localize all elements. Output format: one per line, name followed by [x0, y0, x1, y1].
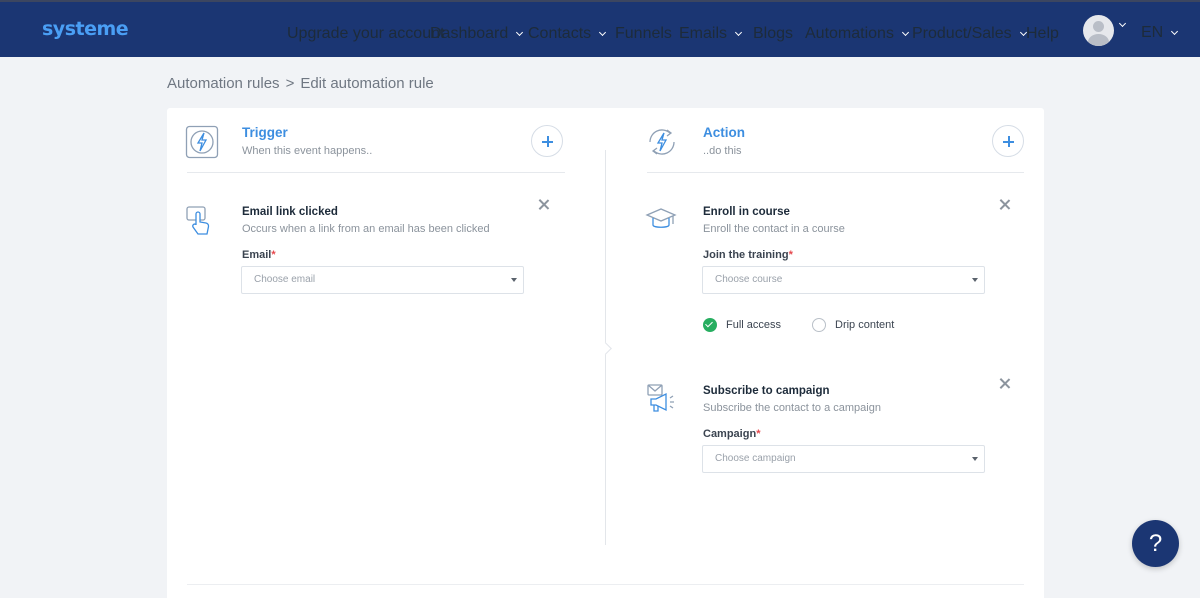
dropdown-arrow-icon	[972, 278, 978, 282]
choose-course-select[interactable]: Choose course	[702, 266, 985, 294]
automation-rule-card: Trigger When this event happens.. Email …	[167, 108, 1044, 598]
nav-label: Automations	[805, 25, 894, 42]
chevron-down-icon	[1171, 27, 1179, 36]
remove-enroll-action-close-icon[interactable]	[998, 198, 1012, 212]
choose-email-placeholder: Choose email	[254, 274, 316, 285]
nav-label: Dashboard	[430, 25, 509, 42]
nav-blogs[interactable]: Blogs	[753, 25, 793, 43]
join-training-field-label: Join the training*	[703, 249, 793, 261]
email-field-label: Email*	[242, 249, 276, 261]
help-button[interactable]: ?	[1132, 520, 1179, 567]
trigger-header: Trigger When this event happens..	[242, 125, 542, 175]
remove-campaign-action-close-icon[interactable]	[998, 377, 1012, 391]
trigger-subtitle: When this event happens..	[242, 145, 373, 157]
nav-label: Contacts	[528, 25, 592, 42]
choose-campaign-select[interactable]: Choose campaign	[702, 445, 985, 473]
required-mark: *	[271, 249, 276, 261]
full-access-label: Full access	[726, 319, 782, 331]
trigger-title: Trigger	[242, 125, 288, 140]
nav-label: Help	[1026, 25, 1059, 42]
nav-funnels[interactable]: Funnels	[615, 25, 672, 43]
choose-campaign-placeholder: Choose campaign	[715, 453, 796, 464]
enroll-in-course-title: Enroll in course	[703, 206, 790, 218]
megaphone-mail-icon	[645, 382, 679, 421]
nav-dashboard[interactable]: Dashboard	[430, 25, 524, 43]
top-navigation-bar: systeme Upgrade your account Dashboard C…	[0, 0, 1200, 57]
dropdown-arrow-icon	[511, 278, 517, 282]
account-menu-toggle[interactable]	[1118, 19, 1127, 28]
subscribe-campaign-title: Subscribe to campaign	[703, 385, 830, 397]
user-avatar[interactable]	[1083, 15, 1114, 46]
required-mark: *	[788, 249, 793, 261]
graduation-cap-icon	[645, 204, 677, 241]
nav-label: Product/Sales	[912, 25, 1012, 42]
action-subtitle: ..do this	[703, 145, 742, 157]
divider-arrow	[599, 342, 612, 355]
email-label-text: Email	[242, 249, 272, 261]
choose-course-placeholder: Choose course	[715, 274, 783, 285]
required-mark: *	[756, 428, 761, 440]
nav-contacts[interactable]: Contacts	[528, 25, 607, 43]
join-training-label-text: Join the training	[703, 249, 789, 261]
dropdown-arrow-icon	[972, 457, 978, 461]
breadcrumb-current: Edit automation rule	[300, 75, 434, 92]
add-trigger-button[interactable]	[531, 125, 563, 157]
trigger-header-divider	[187, 172, 565, 173]
lightning-square-icon	[185, 125, 219, 164]
nav-label: Emails	[679, 25, 728, 42]
breadcrumb-separator: >	[285, 75, 295, 92]
chevron-down-icon	[734, 28, 743, 37]
chevron-down-icon	[901, 28, 909, 37]
action-header-divider	[647, 172, 1024, 173]
check-circle-icon	[703, 318, 717, 332]
remove-trigger-close-icon[interactable]	[537, 198, 551, 212]
hand-click-icon	[185, 205, 217, 242]
chevron-down-icon	[599, 28, 607, 37]
nav-help[interactable]: Help	[1026, 25, 1059, 43]
nav-label: Blogs	[753, 25, 794, 42]
card-footer-divider	[187, 584, 1024, 585]
choose-email-select[interactable]: Choose email	[241, 266, 524, 294]
radio-empty-icon	[812, 318, 826, 332]
nav-label: Upgrade your account	[287, 25, 445, 42]
avatar-head	[1093, 21, 1104, 32]
enroll-in-course-description: Enroll the contact in a course	[703, 223, 845, 235]
language-selector[interactable]: EN	[1141, 24, 1179, 42]
breadcrumb: Automation rules > Edit automation rule	[167, 75, 434, 92]
subscribe-campaign-description: Subscribe the contact to a campaign	[703, 402, 881, 414]
nav-label: Funnels	[615, 25, 672, 42]
add-action-button[interactable]	[992, 125, 1024, 157]
nav-emails[interactable]: Emails	[679, 25, 743, 43]
language-label: EN	[1141, 24, 1164, 41]
full-access-radio[interactable]: Full access	[703, 318, 781, 332]
avatar-body	[1088, 34, 1109, 46]
systeme-logo[interactable]: systeme	[42, 18, 129, 40]
breadcrumb-parent[interactable]: Automation rules	[167, 75, 280, 92]
lightning-refresh-icon	[645, 125, 679, 164]
drip-content-radio[interactable]: Drip content	[812, 318, 894, 332]
action-header: Action ..do this	[703, 125, 1003, 175]
nav-product-sales[interactable]: Product/Sales	[912, 25, 1027, 43]
drip-content-label: Drip content	[835, 319, 895, 331]
chevron-down-icon	[1118, 19, 1127, 28]
nav-automations[interactable]: Automations	[805, 25, 909, 43]
email-link-clicked-description: Occurs when a link from an email has bee…	[242, 223, 490, 235]
campaign-field-label: Campaign*	[703, 428, 760, 440]
campaign-label-text: Campaign	[703, 428, 757, 440]
nav-upgrade-account[interactable]: Upgrade your account	[287, 25, 444, 43]
action-title: Action	[703, 125, 745, 140]
email-link-clicked-title: Email link clicked	[242, 206, 338, 218]
chevron-down-icon	[516, 28, 524, 37]
